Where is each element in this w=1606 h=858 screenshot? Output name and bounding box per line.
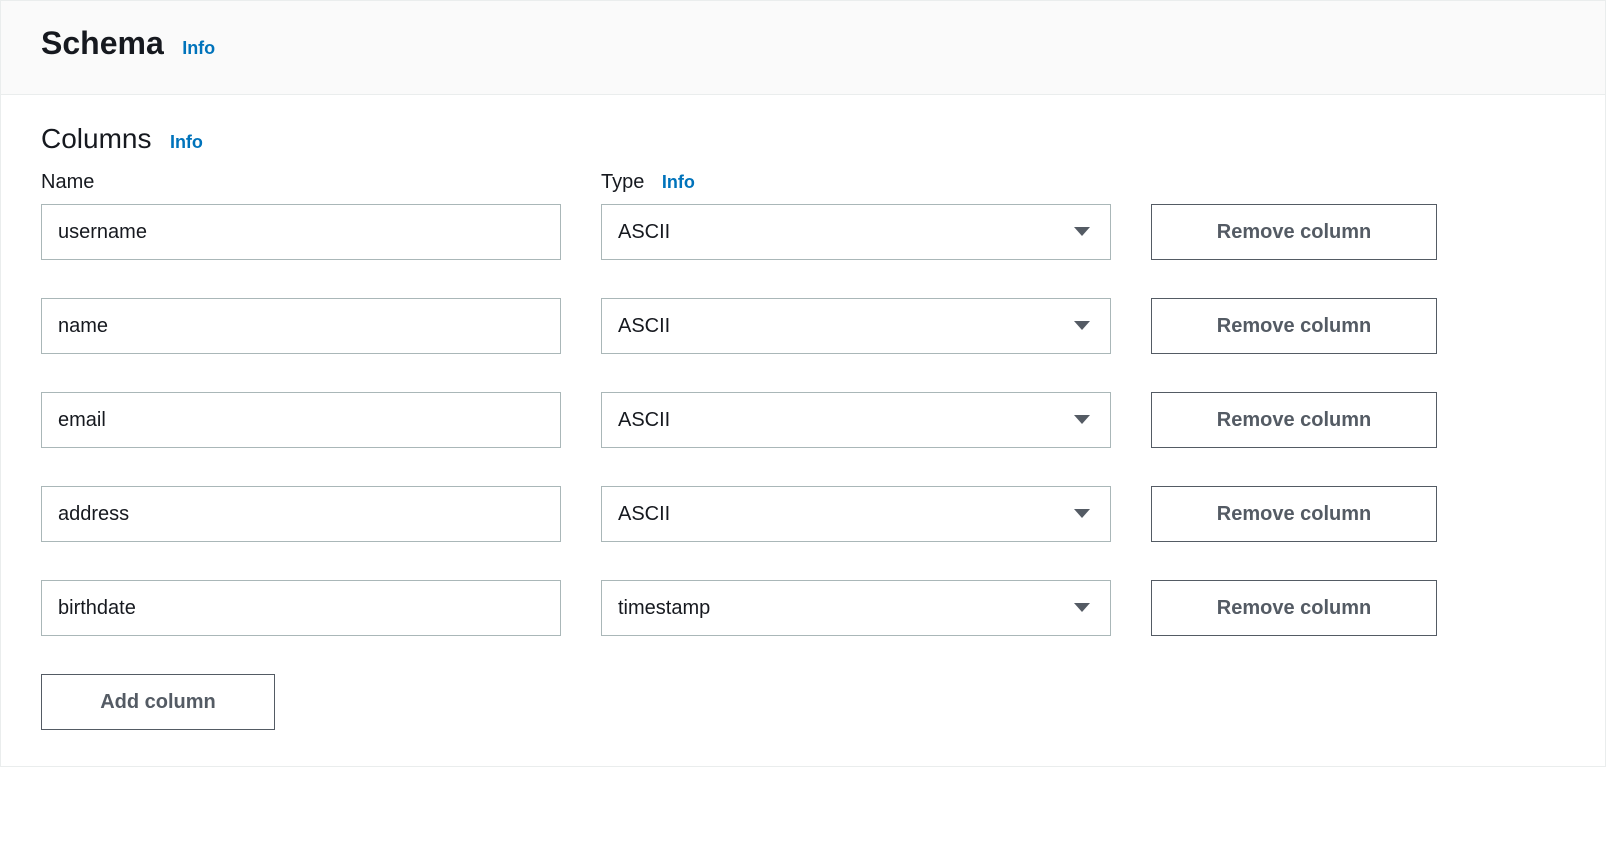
type-column-label: Type Info [601, 171, 1111, 194]
remove-column-button[interactable]: Remove column [1151, 204, 1437, 260]
column-name-input[interactable] [41, 298, 561, 354]
column-type-select[interactable]: ASCII [601, 298, 1111, 354]
column-type-value: ASCII [601, 204, 1111, 260]
column-type-select[interactable]: ASCII [601, 204, 1111, 260]
column-type-select[interactable]: ASCII [601, 392, 1111, 448]
columns-title: Columns [41, 123, 151, 155]
schema-panel: Schema Info Columns Info Name Type Info … [0, 0, 1606, 767]
columns-labels: Name Type Info [41, 171, 1565, 194]
column-name-input[interactable] [41, 204, 561, 260]
column-name-input[interactable] [41, 392, 561, 448]
add-column-button[interactable]: Add column [41, 674, 275, 730]
column-row: ASCII Remove column [41, 392, 1565, 448]
remove-column-button[interactable]: Remove column [1151, 580, 1437, 636]
column-type-value: ASCII [601, 486, 1111, 542]
remove-column-button[interactable]: Remove column [1151, 298, 1437, 354]
remove-column-button[interactable]: Remove column [1151, 486, 1437, 542]
column-type-value: ASCII [601, 392, 1111, 448]
schema-panel-body: Columns Info Name Type Info ASCII Remove… [1, 95, 1605, 766]
type-label-text: Type [601, 171, 644, 193]
remove-column-button[interactable]: Remove column [1151, 392, 1437, 448]
columns-info-link[interactable]: Info [170, 132, 203, 152]
type-info-link[interactable]: Info [662, 172, 695, 192]
schema-info-link[interactable]: Info [182, 38, 215, 58]
column-row: ASCII Remove column [41, 298, 1565, 354]
column-type-select[interactable]: timestamp [601, 580, 1111, 636]
column-name-input[interactable] [41, 580, 561, 636]
columns-section-heading: Columns Info [41, 123, 1565, 165]
column-row: ASCII Remove column [41, 486, 1565, 542]
schema-panel-header: Schema Info [1, 1, 1605, 95]
column-type-value: ASCII [601, 298, 1111, 354]
name-column-label: Name [41, 171, 561, 194]
column-name-input[interactable] [41, 486, 561, 542]
column-type-select[interactable]: ASCII [601, 486, 1111, 542]
column-type-value: timestamp [601, 580, 1111, 636]
column-row: ASCII Remove column [41, 204, 1565, 260]
schema-title: Schema [41, 25, 164, 62]
column-row: timestamp Remove column [41, 580, 1565, 636]
